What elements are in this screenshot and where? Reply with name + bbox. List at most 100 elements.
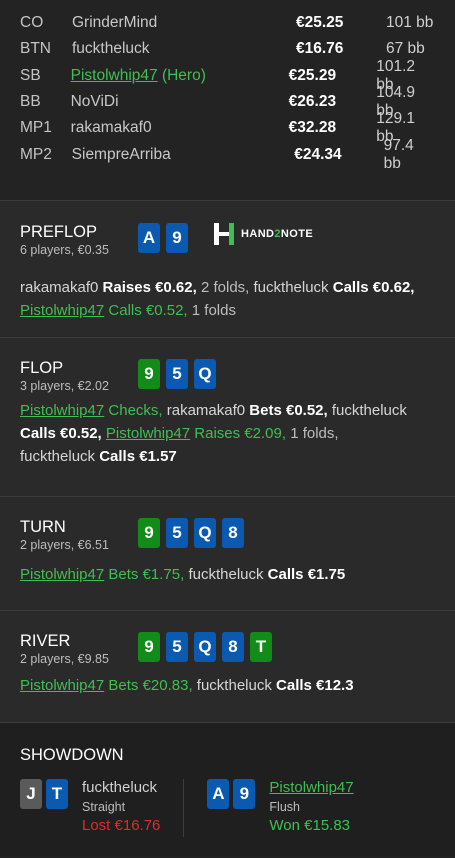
- showdown-title: SHOWDOWN: [20, 746, 124, 764]
- action-text: Bets €0.52,: [249, 402, 328, 419]
- card: 5: [166, 359, 188, 389]
- action-folds: 2 folds,: [200, 279, 250, 296]
- card: 5: [166, 632, 188, 662]
- players-table: CO GrinderMind €25.25 101 bb BTN fuckthe…: [0, 0, 455, 201]
- action-player: fucktheluck: [20, 448, 96, 465]
- action-folds: 1 folds,: [290, 425, 339, 442]
- street-name: PREFLOP: [20, 223, 98, 241]
- villain-hole-cards: J T: [20, 779, 68, 809]
- player-position: BB: [20, 93, 41, 111]
- showdown-result: Won €15.83: [269, 817, 351, 834]
- action-text: Raises €0.62,: [102, 279, 197, 296]
- street-summary: 3 players, €2.02: [20, 379, 109, 393]
- card: Q: [194, 359, 216, 389]
- card: A: [207, 779, 230, 809]
- hero-name-link[interactable]: Pistolwhip47: [20, 302, 104, 319]
- player-row-hero: SB Pistolwhip47 (Hero) €25.29 101.2 bb: [20, 58, 435, 93]
- player-bb: 67 bb: [386, 40, 425, 58]
- hero-name-link[interactable]: Pistolwhip47: [20, 402, 104, 419]
- card: Q: [194, 632, 216, 662]
- action-player: fucktheluck: [188, 566, 264, 583]
- hero-name-link[interactable]: Pistolwhip47: [20, 566, 104, 583]
- player-position: SB: [20, 66, 41, 84]
- player-name: Pistolwhip47 (Hero): [71, 67, 289, 85]
- player-name: SiempreArriba: [71, 145, 171, 163]
- street-flop: FLOP 3 players, €2.02 9 5 Q Pistolwhip47…: [0, 338, 455, 497]
- player-name: NoViDi: [70, 93, 119, 111]
- showdown-player-name: fucktheluck: [82, 779, 158, 796]
- hero-tag: (Hero): [161, 66, 206, 84]
- action-player: rakamakaf0: [20, 279, 99, 296]
- street-preflop: PREFLOP 6 players, €0.35 A 9 HAND2NOTE r…: [0, 201, 455, 338]
- hero-name-link[interactable]: Pistolwhip47: [20, 677, 104, 694]
- board-cards: 9 5 Q 8: [138, 518, 244, 548]
- hero-name-link[interactable]: Pistolwhip47: [106, 425, 190, 442]
- player-stack: €25.29: [288, 66, 337, 84]
- player-bb: 101 bb: [386, 14, 434, 32]
- board-cards: 9 5 Q: [138, 359, 216, 389]
- card: Q: [194, 518, 216, 548]
- action-text: Calls €0.52,: [20, 425, 102, 442]
- showdown-hand-rank: Straight: [82, 800, 126, 814]
- action-player: fucktheluck: [331, 402, 407, 419]
- board-cards: 9 5 Q 8 T: [138, 632, 272, 662]
- player-stack: €16.76: [296, 40, 344, 58]
- street-summary: 6 players, €0.35: [20, 243, 109, 257]
- hand2note-logo-icon: [214, 223, 234, 245]
- player-stack: €25.25: [296, 14, 344, 32]
- player-name: GrinderMind: [72, 14, 158, 32]
- street-actions: Pistolwhip47 Checks, rakamakaf0 Bets €0.…: [20, 399, 435, 468]
- player-stack: €32.28: [288, 119, 337, 137]
- action-text: Calls €1.75: [267, 566, 346, 583]
- player-row: MP2 SiempreArriba €24.34 97.4 bb: [20, 137, 435, 172]
- card: A: [138, 223, 160, 253]
- action-text: Calls €12.3: [276, 677, 354, 694]
- card: 9: [138, 518, 160, 548]
- divider: [183, 779, 185, 837]
- player-name: fucktheluck: [72, 40, 150, 58]
- player-position: BTN: [20, 40, 51, 58]
- player-stack: €26.23: [288, 93, 337, 111]
- street-summary: 2 players, €6.51: [20, 538, 109, 552]
- player-position: MP2: [20, 145, 52, 163]
- street-actions: Pistolwhip47 Bets €20.83, fucktheluck Ca…: [20, 674, 435, 697]
- showdown-villain: J T fucktheluck Straight Lost €16.76: [20, 779, 160, 837]
- street-name: FLOP: [20, 359, 64, 377]
- street-actions: rakamakaf0 Raises €0.62, 2 folds, fuckth…: [20, 276, 435, 322]
- street-actions: Pistolwhip47 Bets €1.75, fucktheluck Cal…: [20, 563, 435, 586]
- hero-action-text: Bets €20.83,: [108, 677, 193, 694]
- card: 9: [233, 779, 256, 809]
- player-row: BTN fucktheluck €16.76 67 bb: [20, 36, 435, 62]
- street-turn: TURN 2 players, €6.51 9 5 Q 8 Pistolwhip…: [0, 497, 455, 611]
- showdown-hero: A 9 Pistolwhip47 Flush Won €15.83: [207, 779, 354, 837]
- card: 5: [166, 518, 188, 548]
- action-player: fucktheluck: [253, 279, 329, 296]
- hero-action-text: Calls €0.52,: [108, 302, 188, 319]
- card: 8: [222, 632, 244, 662]
- street-summary: 2 players, €9.85: [20, 652, 109, 666]
- hero-name-link[interactable]: Pistolwhip47: [269, 779, 353, 796]
- street-name: RIVER: [20, 632, 71, 650]
- card: 8: [222, 518, 244, 548]
- logo-text-note: NOTE: [280, 228, 314, 240]
- hero-name-link[interactable]: Pistolwhip47: [71, 67, 158, 84]
- showdown-section: SHOWDOWN J T fucktheluck Straight Lost €…: [0, 723, 455, 857]
- logo-text-hand: HAND: [241, 228, 275, 240]
- action-text: Calls €0.62,: [332, 279, 415, 296]
- street-river: RIVER 2 players, €9.85 9 5 Q 8 T Pistolw…: [0, 611, 455, 723]
- hero-action-text: Raises €2.09,: [194, 425, 287, 442]
- player-row: BB NoViDi €26.23 104.9 bb: [20, 84, 435, 119]
- street-name: TURN: [20, 518, 66, 536]
- showdown-result: Lost €16.76: [82, 817, 161, 834]
- action-player: fucktheluck: [196, 677, 272, 694]
- action-folds: 1 folds: [191, 302, 236, 319]
- card: 9: [138, 632, 160, 662]
- hero-hole-cards: A 9: [138, 223, 188, 253]
- player-position: MP1: [20, 119, 52, 137]
- action-text: Calls €1.57: [99, 448, 177, 465]
- card: T: [250, 632, 272, 662]
- player-position: CO: [20, 14, 44, 32]
- card: 9: [166, 223, 188, 253]
- player-stack: €24.34: [294, 145, 342, 163]
- hero-action-text: Bets €1.75,: [108, 566, 185, 583]
